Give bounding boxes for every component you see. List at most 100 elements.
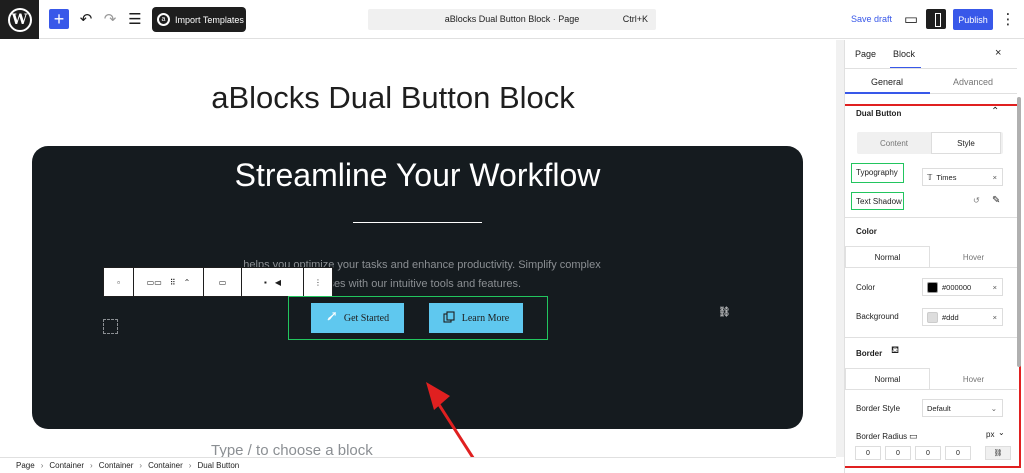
color-swatch — [927, 281, 938, 293]
section-dual-button[interactable]: Dual Button — [856, 109, 901, 118]
chevron-right-icon: › — [139, 461, 143, 470]
background-label: Background — [856, 312, 899, 321]
command-shortcut: Ctrl+K — [622, 14, 648, 24]
tab-advanced[interactable]: Advanced — [953, 77, 993, 87]
breadcrumb-item[interactable]: Container — [99, 461, 134, 470]
hero-heading[interactable]: Streamline Your Workflow — [32, 157, 803, 194]
settings-sidebar: Page Block × General Advanced Dual Butto… — [844, 40, 1024, 473]
block-appender-hint[interactable]: Type / to choose a block — [211, 442, 373, 457]
radius-top[interactable]: 0 — [855, 446, 881, 460]
reset-icon[interactable]: ↺ — [973, 196, 980, 205]
edit-pencil-icon[interactable]: ✎ — [992, 195, 1000, 206]
typography-value: Times — [936, 172, 957, 182]
seg-style[interactable]: Style — [931, 132, 1001, 154]
tab-hover[interactable]: Hover — [930, 368, 1017, 390]
publish-button[interactable]: Publish — [953, 9, 993, 30]
preview-icon[interactable]: ▭ — [903, 9, 919, 29]
tab-page[interactable]: Page — [855, 49, 876, 59]
options-menu-icon[interactable]: ⋮ — [1001, 9, 1016, 29]
media-icon[interactable]: ◀ — [275, 278, 281, 287]
list-view-icon[interactable]: ☰ — [127, 9, 143, 29]
desktop-icon[interactable]: ▭ — [909, 431, 918, 442]
redo-icon[interactable]: ↷ — [102, 9, 118, 29]
radius-bottom[interactable]: 0 — [915, 446, 941, 460]
chevron-up-icon[interactable]: ⌃ — [991, 106, 999, 117]
command-palette-bar[interactable]: aBlocks Dual Button Block · Page Ctrl+K — [368, 9, 656, 30]
block-breadcrumb: Page › Container › Container › Container… — [0, 457, 836, 473]
radius-left[interactable]: 0 — [945, 446, 971, 460]
chevron-down-icon: ⌄ — [990, 403, 997, 413]
block-placeholder[interactable] — [103, 319, 118, 334]
block-toolbar: ▫ ▭▭ ⠿ ⌃ ▭ ▪ ◀ ⋮ — [103, 267, 333, 297]
save-draft-button[interactable]: Save draft — [851, 14, 892, 24]
settings-sidebar-toggle-icon[interactable] — [926, 9, 946, 29]
color-picker[interactable]: #000000 × — [922, 278, 1003, 296]
get-started-label: Get Started — [343, 312, 390, 324]
clear-icon[interactable]: × — [993, 313, 997, 322]
sidebar-tabs: Page Block × — [845, 46, 1024, 69]
drag-handle-icon[interactable]: ⠿ — [170, 278, 176, 287]
top-toolbar: W + ↶ ↷ ☰ a Import Templates aBlocks Dua… — [0, 0, 1024, 39]
unit-select[interactable]: px — [986, 430, 994, 439]
link-values-icon[interactable]: ⛓ — [985, 446, 1011, 460]
comment-icon[interactable]: ▪ — [264, 278, 267, 287]
color-value: #000000 — [942, 282, 972, 292]
red-annotation-arrow-icon — [426, 382, 475, 457]
block-move-group: ▭▭ ⠿ ⌃ — [134, 268, 204, 296]
import-templates-button[interactable]: a Import Templates — [152, 7, 246, 32]
radius-right[interactable]: 0 — [885, 446, 911, 460]
add-block-button[interactable]: + — [49, 9, 69, 29]
section-divider — [845, 337, 1017, 338]
chevron-right-icon: › — [90, 461, 93, 470]
parent-block-icon[interactable]: ▭▭ — [147, 278, 162, 287]
tab-normal[interactable]: Normal — [845, 246, 930, 268]
tab-hover[interactable]: Hover — [930, 246, 1017, 268]
chevron-down-icon: ⌄ — [998, 428, 1005, 437]
tab-general[interactable]: General — [871, 77, 903, 87]
breadcrumb-item-current[interactable]: Dual Button — [197, 461, 239, 470]
block-more-options-icon[interactable]: ⋮ — [304, 268, 332, 296]
background-picker[interactable]: #ddd × — [922, 308, 1003, 326]
seg-content[interactable]: Content — [859, 132, 929, 154]
page-title[interactable]: aBlocks Dual Button Block — [0, 80, 786, 116]
paint-bucket-icon: ⛾ — [891, 345, 900, 356]
learn-more-button[interactable]: Learn More — [429, 303, 523, 333]
undo-icon[interactable]: ↶ — [78, 9, 94, 29]
close-icon[interactable]: × — [995, 47, 1001, 59]
typography-select[interactable]: 𝕋 Times × — [922, 168, 1003, 186]
move-up-down-icon[interactable]: ⌃ — [184, 278, 191, 287]
wordpress-logo-button[interactable]: W — [0, 0, 39, 39]
clear-icon[interactable]: × — [993, 173, 997, 182]
breadcrumb-item[interactable]: Page — [16, 461, 35, 470]
chevron-right-icon: › — [188, 461, 192, 470]
link-icon[interactable]: ⛓ — [718, 307, 731, 318]
wordpress-icon: W — [7, 7, 32, 32]
typography-label: Typography — [856, 168, 898, 177]
tab-normal[interactable]: Normal — [845, 368, 930, 390]
block-type-icon[interactable]: ▫ — [104, 268, 134, 296]
clear-icon[interactable]: × — [993, 283, 997, 292]
document-title: aBlocks Dual Button Block · Page — [444, 14, 580, 24]
inspector-tabs: General Advanced — [845, 68, 1017, 94]
chevron-right-icon: › — [40, 461, 44, 470]
border-style-select[interactable]: Default ⌄ — [922, 399, 1003, 417]
section-border[interactable]: Border — [856, 349, 882, 358]
font-icon: 𝕋 — [927, 172, 933, 182]
hero-divider — [353, 222, 482, 223]
canvas-scrollbar[interactable] — [836, 40, 844, 457]
tab-block[interactable]: Block — [893, 49, 915, 59]
align-icon[interactable]: ▭ — [204, 268, 242, 296]
border-style-label: Border Style — [856, 404, 901, 413]
section-color[interactable]: Color — [856, 227, 877, 236]
text-shadow-label: Text Shadow — [856, 197, 902, 206]
border-style-value: Default — [927, 403, 951, 413]
border-state-tabs: Normal Hover — [845, 368, 1017, 390]
learn-more-label: Learn More — [461, 312, 510, 324]
breadcrumb-item[interactable]: Container — [148, 461, 183, 470]
ablocks-logo-icon: a — [157, 13, 170, 26]
background-value: #ddd — [942, 312, 959, 322]
sidebar-scrollbar[interactable] — [1017, 97, 1021, 367]
get-started-button[interactable]: Get Started — [311, 303, 404, 333]
breadcrumb-item[interactable]: Container — [49, 461, 84, 470]
rocket-icon — [326, 311, 337, 325]
